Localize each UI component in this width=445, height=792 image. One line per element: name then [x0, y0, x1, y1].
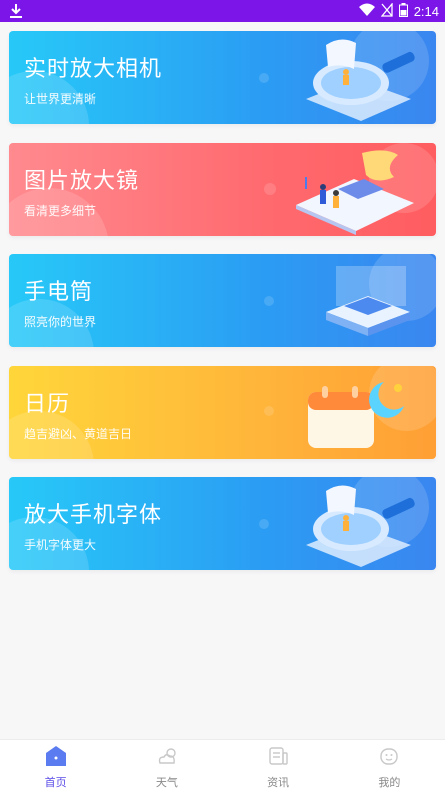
card-title: 手电筒: [24, 280, 94, 305]
card-title: 图片放大镜: [24, 169, 140, 194]
download-icon: [9, 3, 23, 23]
tab-weather[interactable]: 天气: [111, 740, 222, 792]
news-icon: [269, 747, 288, 765]
weather-icon: [158, 748, 176, 764]
card-subtitle: 趋吉避凶、黄道吉日: [24, 427, 133, 441]
image-magnifier-illustration-icon: [296, 150, 414, 235]
card-subtitle: 看清更多细节: [24, 204, 97, 218]
status-time: 2:14: [413, 4, 439, 19]
bottom-tab-bar: 首页 天气 资讯 我的: [0, 739, 445, 792]
flashlight-illustration-icon: [326, 266, 410, 336]
magnifier-camera-illustration-icon: [306, 39, 415, 121]
tab-label: 资讯: [267, 776, 290, 789]
card-live-magnifier-camera[interactable]: 实时放大相机 让世界更清晰: [9, 31, 436, 124]
card-flashlight[interactable]: 手电筒 照亮你的世界: [9, 254, 436, 347]
wifi-icon: [358, 2, 375, 21]
tab-label: 首页: [44, 776, 67, 789]
card-title: 日历: [24, 392, 71, 417]
card-subtitle: 手机字体更大: [24, 538, 97, 552]
tab-profile[interactable]: 我的: [334, 740, 445, 792]
card-title: 实时放大相机: [24, 57, 163, 82]
card-subtitle: 照亮你的世界: [24, 315, 97, 329]
tab-home[interactable]: 首页: [0, 740, 111, 792]
tab-news[interactable]: 资讯: [223, 740, 334, 792]
card-calendar[interactable]: 日历 趋吉避凶、黄道吉日: [9, 366, 436, 459]
card-title: 放大手机字体: [24, 503, 163, 528]
card-image-magnifier[interactable]: 图片放大镜 看清更多细节: [9, 143, 436, 236]
magnifier-illustration-icon: [306, 485, 415, 567]
home-icon: [45, 746, 66, 766]
tab-label: 我的: [378, 776, 401, 789]
no-signal-icon: [380, 2, 393, 21]
calendar-illustration-icon: [308, 382, 404, 448]
profile-icon: [380, 748, 399, 765]
card-enlarge-font[interactable]: 放大手机字体 手机字体更大: [9, 477, 436, 570]
battery-icon: [398, 2, 408, 21]
status-bar: 2:14: [0, 0, 445, 22]
tab-label: 天气: [155, 776, 178, 789]
card-subtitle: 让世界更清晰: [24, 92, 97, 106]
